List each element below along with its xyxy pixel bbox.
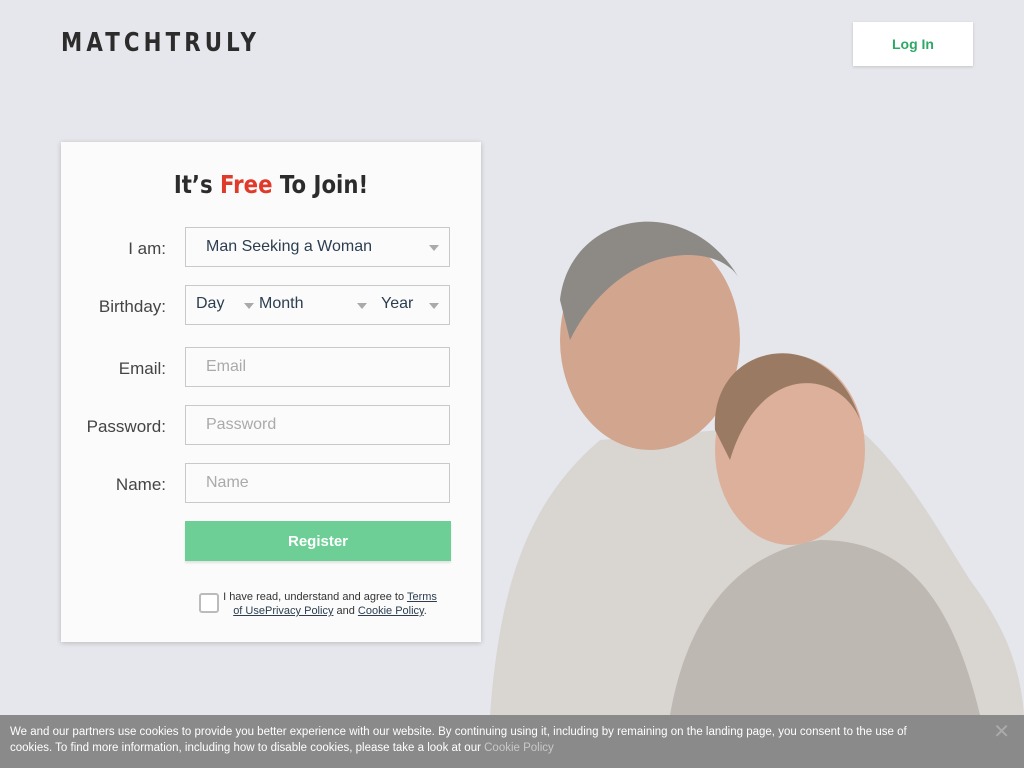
email-label: Email: (118, 359, 166, 378)
iam-label: I am: (128, 239, 166, 258)
chevron-down-icon (429, 245, 439, 251)
email-input[interactable] (185, 347, 450, 387)
signup-card: It’s Free To Join! I am: Man Seeking a W… (61, 142, 481, 642)
cookie-banner-policy-link[interactable]: Cookie Policy (484, 742, 554, 754)
cookie-banner: We and our partners use cookies to provi… (0, 715, 1024, 768)
password-label: Password: (86, 417, 166, 436)
couple-photo (490, 221, 1024, 715)
day-select[interactable]: Day (186, 286, 256, 324)
seeking-select[interactable]: Man Seeking a Woman (185, 227, 450, 267)
form-title: It’s Free To Join! (173, 170, 369, 199)
chevron-down-icon (429, 303, 439, 309)
birthday-group: Day Month Year (185, 285, 450, 325)
year-select[interactable]: Year (371, 286, 449, 324)
chevron-down-icon (357, 303, 367, 309)
name-input[interactable] (185, 463, 450, 503)
agree-checkbox[interactable] (199, 593, 219, 613)
privacy-link[interactable]: Privacy Policy (265, 605, 333, 617)
close-icon[interactable]: ✕ (993, 722, 1010, 742)
login-button[interactable]: Log In (853, 22, 973, 66)
name-label: Name: (115, 475, 166, 494)
logo[interactable]: MATCHTRULY (61, 28, 260, 58)
register-button[interactable]: Register (185, 521, 451, 561)
agree-terms: I have read, understand and agree to Ter… (199, 590, 439, 618)
birthday-label: Birthday: (98, 297, 166, 316)
password-input[interactable] (185, 405, 450, 445)
cookie-text: We and our partners use cookies to provi… (10, 726, 907, 754)
month-select[interactable]: Month (249, 286, 371, 324)
cookie-policy-link[interactable]: Cookie Policy (358, 605, 424, 617)
